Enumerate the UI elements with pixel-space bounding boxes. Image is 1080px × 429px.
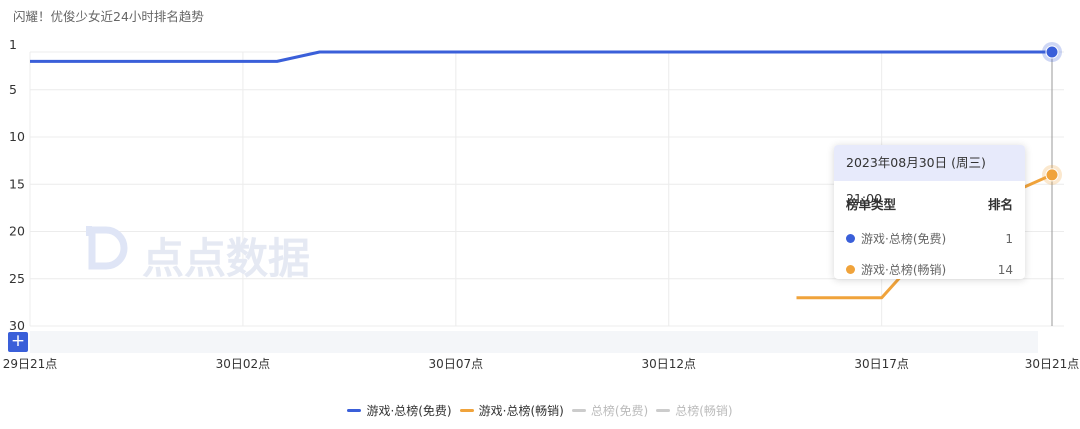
series-point[interactable] [1045,45,1059,59]
series-point[interactable] [1045,168,1059,182]
legend-line-icon [571,409,586,412]
legend-item[interactable]: 游戏·总榜(免费) [347,402,452,419]
x-tick-label: 30日21点 [1025,357,1080,371]
series-dot-icon [846,234,855,243]
series-dot-icon [846,265,855,274]
x-tick-label: 30日17点 [854,357,909,371]
watermark: 点点数据 [86,226,310,283]
chart-legend: 游戏·总榜(免费) 游戏·总榜(畅销) 总榜(免费) 总榜(畅销) [0,402,1080,419]
x-tick-label: 29日21点 [3,357,58,371]
chart-tooltip: 2023年08月30日 (周三) 21:00 榜单类型 排名 游戏·总榜(免费)… [834,145,1025,279]
tooltip-header: 2023年08月30日 (周三) 21:00 [834,145,1025,206]
y-tick-label: 5 [9,82,17,97]
tooltip-row-name: 游戏·总榜(免费) [861,232,947,246]
tooltip-row: 游戏·总榜(畅销) 14 [834,254,1025,279]
x-tick-label: 30日12点 [641,357,696,371]
y-tick-label: 10 [9,129,25,144]
y-tick-label: 20 [9,224,25,239]
tooltip-col-rank: 排名 [987,197,1013,212]
y-tick-label: 25 [9,271,25,286]
legend-label: 总榜(免费) [590,404,649,418]
tooltip-row-name: 游戏·总榜(畅销) [861,263,947,277]
x-tick-label: 30日07点 [429,357,484,371]
series-line-0 [30,50,1052,63]
zoom-expand-button[interactable]: + [8,332,28,352]
legend-line-icon [656,409,671,412]
legend-line-icon [459,409,474,412]
legend-label: 游戏·总榜(免费) [366,404,452,418]
legend-item[interactable]: 总榜(畅销) [656,402,733,419]
legend-item[interactable]: 游戏·总榜(畅销) [459,402,564,419]
y-tick-label: 15 [9,176,25,191]
y-tick-label: 1 [9,37,17,52]
legend-label: 游戏·总榜(畅销) [478,404,564,418]
zoom-slider-track[interactable] [30,331,1038,353]
legend-label: 总榜(畅销) [675,404,733,418]
tooltip-row-value: 1 [1005,231,1013,246]
tooltip-col-type: 榜单类型 [846,197,897,212]
legend-line-icon [347,409,362,412]
legend-item[interactable]: 总榜(免费) [571,402,649,419]
x-tick-label: 30日02点 [216,357,271,371]
svg-text:点点数据: 点点数据 [142,234,310,283]
tooltip-row-value: 14 [997,262,1013,277]
tooltip-row: 游戏·总榜(免费) 1 [834,223,1025,254]
